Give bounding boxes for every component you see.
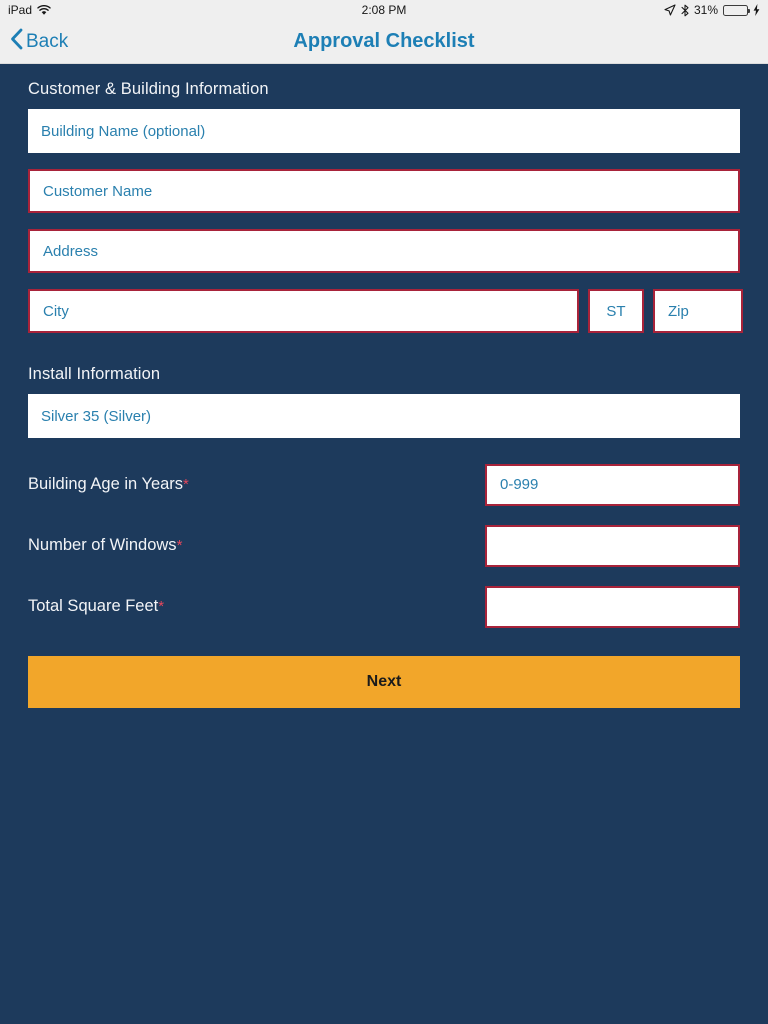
- number-of-windows-input[interactable]: [485, 524, 740, 567]
- building-age-input[interactable]: 0-999: [485, 463, 740, 506]
- customer-name-input[interactable]: Customer Name: [28, 169, 740, 213]
- next-button[interactable]: Next: [28, 656, 740, 708]
- navigation-bar: Back Approval Checklist: [0, 20, 768, 64]
- status-bar-time: 2:08 PM: [361, 3, 407, 17]
- page-title: Approval Checklist: [293, 30, 475, 52]
- product-select[interactable]: Silver 35 (Silver): [28, 394, 740, 438]
- city-state-zip-row: City ST Zip: [28, 289, 743, 333]
- bluetooth-icon: [681, 4, 689, 17]
- state-input[interactable]: ST: [588, 289, 644, 333]
- status-bar-right: 31%: [664, 3, 760, 17]
- device-name-label: iPad: [8, 3, 33, 17]
- zip-placeholder: Zip: [668, 302, 689, 320]
- building-name-placeholder: Building Name (optional): [41, 122, 206, 140]
- number-of-windows-label: Number of Windows*: [28, 536, 485, 555]
- battery-icon: [723, 4, 750, 16]
- building-age-row: Building Age in Years* 0-999: [28, 454, 740, 515]
- lightning-bolt-icon: [753, 4, 760, 16]
- required-asterisk-icon: *: [176, 537, 183, 554]
- building-name-input[interactable]: Building Name (optional): [28, 109, 740, 153]
- section-heading-install-information: Install Information: [28, 365, 161, 383]
- status-bar-left: iPad: [8, 3, 51, 17]
- address-input[interactable]: Address: [28, 229, 740, 273]
- number-of-windows-row: Number of Windows*: [28, 515, 740, 576]
- wifi-icon: [37, 4, 51, 16]
- total-square-feet-input[interactable]: [485, 585, 740, 628]
- total-square-feet-label-text: Total Square Feet: [28, 597, 159, 615]
- required-asterisk-icon: *: [158, 598, 165, 615]
- building-age-label-text: Building Age in Years: [28, 475, 184, 493]
- back-button-label: Back: [26, 30, 69, 52]
- chevron-left-icon: [10, 28, 23, 56]
- form-content: Customer & Building Information Building…: [0, 64, 768, 1024]
- battery-percent-label: 31%: [693, 3, 718, 17]
- customer-name-placeholder: Customer Name: [43, 182, 153, 200]
- location-arrow-icon: [664, 4, 676, 16]
- status-bar: iPad 2:08 PM 31%: [0, 0, 768, 20]
- total-square-feet-label: Total Square Feet*: [28, 597, 485, 616]
- state-placeholder: ST: [606, 302, 626, 320]
- product-select-value: Silver 35 (Silver): [41, 407, 152, 425]
- zip-input[interactable]: Zip: [653, 289, 743, 333]
- total-square-feet-row: Total Square Feet*: [28, 576, 740, 637]
- section-heading-customer-building: Customer & Building Information: [28, 80, 269, 98]
- city-placeholder: City: [43, 302, 69, 320]
- address-placeholder: Address: [43, 242, 99, 260]
- building-age-label: Building Age in Years*: [28, 475, 485, 494]
- back-button[interactable]: Back: [10, 28, 68, 56]
- required-asterisk-icon: *: [183, 476, 189, 493]
- city-input[interactable]: City: [28, 289, 579, 333]
- building-age-placeholder: 0-999: [500, 476, 539, 493]
- number-of-windows-label-text: Number of Windows: [28, 536, 177, 554]
